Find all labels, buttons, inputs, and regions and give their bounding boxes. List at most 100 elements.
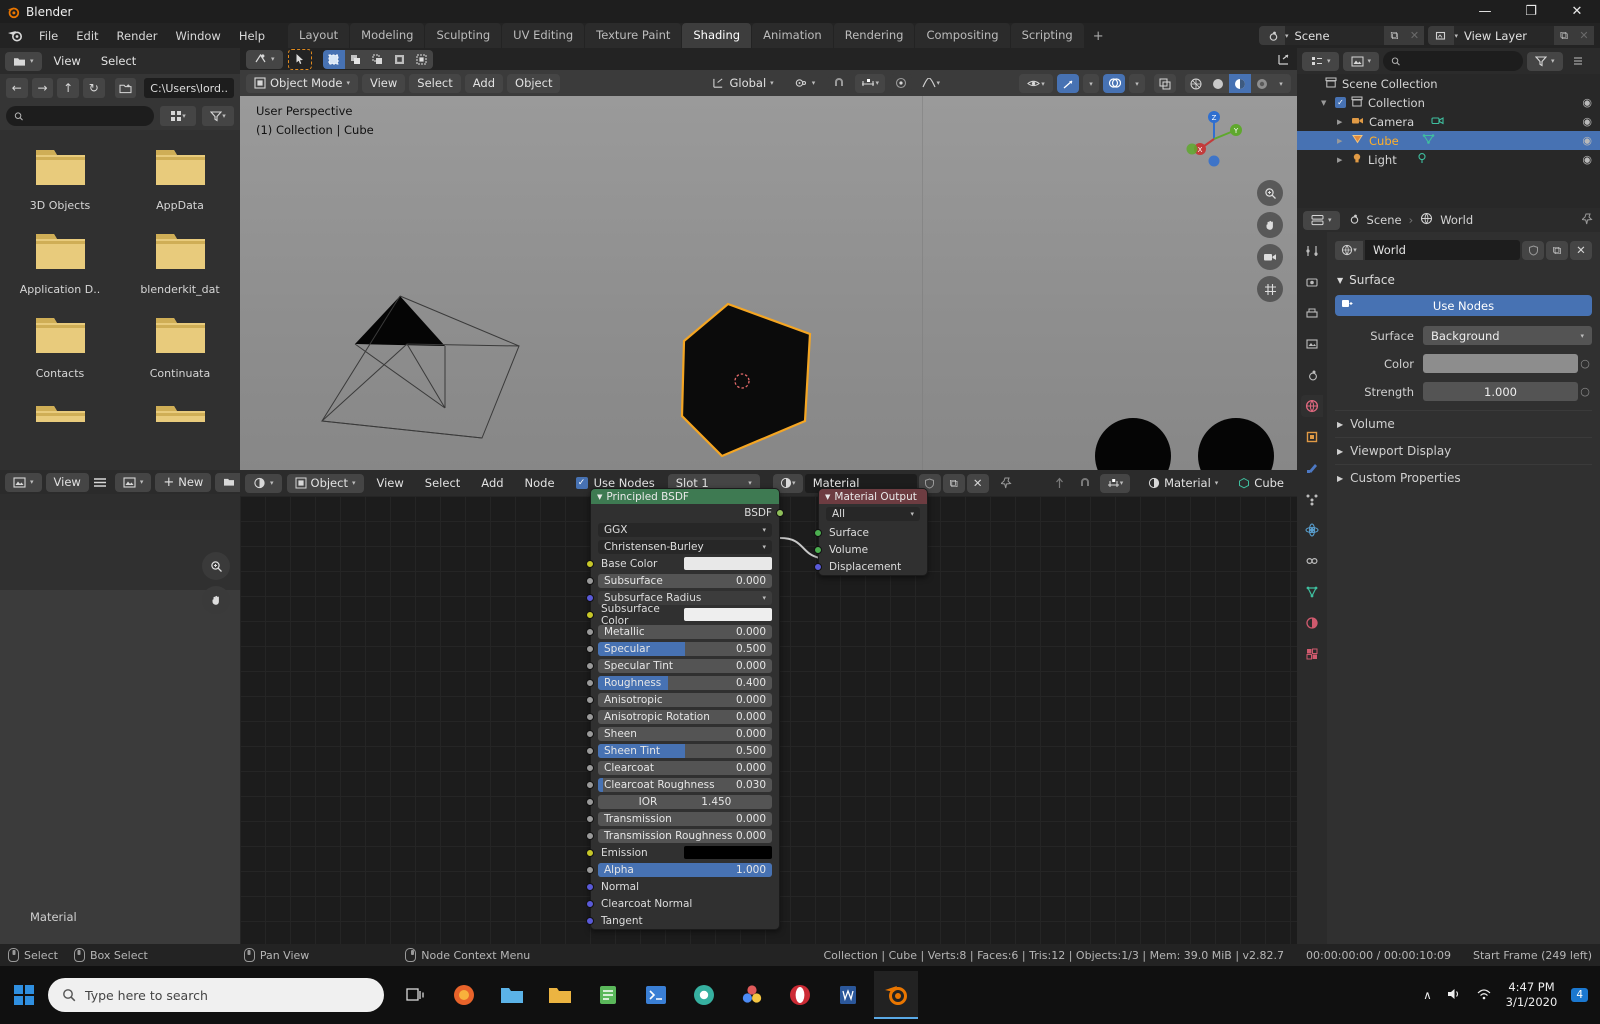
node-input-surface[interactable]: Surface xyxy=(819,524,927,541)
snap-target-icon[interactable]: ▾ xyxy=(855,74,885,93)
socket-surface[interactable] xyxy=(814,529,822,537)
properties-tab-material[interactable] xyxy=(1301,612,1323,634)
delete-view-layer-button[interactable]: ✕ xyxy=(1574,26,1594,45)
shading-wireframe-icon[interactable] xyxy=(1185,74,1207,93)
outliner-display-mode-icon[interactable]: ▾ xyxy=(1343,52,1380,71)
new-scene-button[interactable]: ⧉ xyxy=(1384,26,1404,45)
gizmo-dropdown-icon[interactable]: ▾ xyxy=(1083,74,1099,93)
socket-clearcoat-roughness[interactable] xyxy=(586,781,594,789)
socket-clearcoat[interactable] xyxy=(586,764,594,772)
menu-edit[interactable]: Edit xyxy=(67,26,107,46)
surface-type-dropdown[interactable]: Background▾ xyxy=(1423,326,1592,345)
outliner-row-camera[interactable]: ▶ Camera ◉ xyxy=(1297,112,1600,131)
object-mode-dropdown[interactable]: Object Mode▾ xyxy=(246,74,358,93)
file-path-field[interactable]: C:\Users\lord.. xyxy=(144,78,234,98)
menu-file[interactable]: File xyxy=(30,26,67,46)
socket-bsdf-output[interactable] xyxy=(776,509,784,517)
socket-normal[interactable] xyxy=(586,883,594,891)
node-input-metallic[interactable]: Metallic0.000 xyxy=(591,623,779,640)
node-input-displacement[interactable]: Displacement xyxy=(819,558,927,575)
nav-parent-button[interactable]: ↑ xyxy=(57,78,79,98)
file-item[interactable]: Contacts xyxy=(0,312,120,380)
socket-base-color[interactable] xyxy=(586,560,594,568)
shading-solid-icon[interactable] xyxy=(1207,74,1229,93)
properties-tab-world[interactable] xyxy=(1301,395,1323,417)
select-mode-box-icon[interactable] xyxy=(323,50,345,69)
viewport-object-menu[interactable]: Object xyxy=(507,74,560,93)
expand-triangle-icon[interactable]: ▼ xyxy=(1321,99,1330,107)
socket-emission[interactable] xyxy=(586,849,594,857)
add-workspace-button[interactable]: + xyxy=(1085,25,1112,48)
grid-icon[interactable] xyxy=(1257,276,1283,302)
properties-editor-type-icon[interactable]: ▾ xyxy=(1303,211,1340,230)
node-input-base-color[interactable]: Base Color xyxy=(591,555,779,572)
file-item[interactable]: 3D Objects xyxy=(0,144,120,212)
workspace-tab-scripting[interactable]: Scripting xyxy=(1011,23,1084,48)
snap-magnet-icon[interactable] xyxy=(1074,474,1096,493)
task-view-icon[interactable] xyxy=(394,971,438,1019)
socket-metallic[interactable] xyxy=(586,628,594,636)
socket-ior[interactable] xyxy=(586,798,594,806)
properties-tab-data[interactable] xyxy=(1301,581,1323,603)
strength-value-field[interactable]: 1.000 xyxy=(1423,382,1578,401)
viewport-select-menu[interactable]: Select xyxy=(409,74,460,93)
visibility-eye-icon[interactable]: ◉ xyxy=(1582,153,1592,166)
node-output-bsdf[interactable]: BSDF xyxy=(591,504,779,521)
scene-selector[interactable]: ▾ Scene ⧉ ✕ xyxy=(1259,26,1425,45)
minimize-button[interactable]: — xyxy=(1462,0,1508,23)
workspace-tab-texture-paint[interactable]: Texture Paint xyxy=(585,23,681,48)
camera-object-wireframe[interactable] xyxy=(312,286,532,446)
close-button[interactable]: ✕ xyxy=(1554,0,1600,23)
transform-orientation-dropdown[interactable]: Global▾ xyxy=(704,74,781,93)
zoom-icon[interactable] xyxy=(202,552,230,580)
node-dropdown-distribution[interactable]: GGX▾ xyxy=(591,521,779,538)
node-input-subsurface-color[interactable]: Subsurface Color xyxy=(591,606,779,623)
image-editor-view-menu[interactable]: View xyxy=(46,473,89,492)
tray-expand-icon[interactable]: ∧ xyxy=(1423,988,1431,1002)
background-color-swatch[interactable] xyxy=(1423,354,1578,373)
node-input-roughness[interactable]: Roughness0.400 xyxy=(591,674,779,691)
outliner-search-field[interactable] xyxy=(1406,55,1515,68)
socket-transmission[interactable] xyxy=(586,815,594,823)
outliner-search-input[interactable] xyxy=(1383,51,1523,71)
workspace-tab-animation[interactable]: Animation xyxy=(752,23,833,48)
custom-properties-section-header[interactable]: ▶Custom Properties xyxy=(1335,464,1592,491)
node-dropdown-target[interactable]: All▾ xyxy=(819,504,927,524)
menu-help[interactable]: Help xyxy=(230,26,274,46)
volume-icon[interactable] xyxy=(1446,987,1462,1004)
breadcrumb-object[interactable]: Cube xyxy=(1230,474,1292,493)
socket-specular[interactable] xyxy=(586,645,594,653)
snap-node-element-icon[interactable]: ▾ xyxy=(1100,474,1130,493)
properties-tab-physics[interactable] xyxy=(1301,519,1323,541)
hand-icon[interactable] xyxy=(202,586,230,614)
visibility-eye-icon[interactable]: ◉ xyxy=(1582,115,1592,128)
animate-property-dot[interactable]: ○ xyxy=(1578,357,1592,370)
node-input-clearcoat-roughness[interactable]: Clearcoat Roughness0.030 xyxy=(591,776,779,793)
view-layer-selector[interactable]: ▾ View Layer ⧉ ✕ xyxy=(1428,26,1594,45)
sphere-object-2[interactable] xyxy=(1198,418,1274,470)
socket-sheen[interactable] xyxy=(586,730,594,738)
new-folder-icon[interactable] xyxy=(115,78,137,98)
tweak-tool-icon[interactable] xyxy=(288,49,312,70)
properties-tab-view-layer[interactable] xyxy=(1301,333,1323,355)
network-icon[interactable] xyxy=(1476,987,1492,1004)
volume-section-header[interactable]: ▶Volume xyxy=(1335,410,1592,437)
color-swatch-subsurface-color[interactable] xyxy=(684,608,772,621)
workspace-tab-layout[interactable]: Layout xyxy=(288,23,349,48)
workspace-tab-compositing[interactable]: Compositing xyxy=(915,23,1009,48)
visibility-eye-icon[interactable]: ◉ xyxy=(1582,96,1592,109)
taskbar-clock[interactable]: 4:47 PM 3/1/2020 xyxy=(1506,980,1558,1010)
light-data-icon[interactable] xyxy=(1416,152,1428,167)
explorer-icon[interactable] xyxy=(538,971,582,1019)
image-editor-type-icon[interactable]: ▾ xyxy=(5,473,42,492)
expand-triangle-icon[interactable]: ▶ xyxy=(1337,137,1346,145)
workspace-tab-uv-editing[interactable]: UV Editing xyxy=(502,23,584,48)
socket-roughness[interactable] xyxy=(586,679,594,687)
proportional-editing-icon[interactable] xyxy=(890,74,912,93)
file-browser-view-menu[interactable]: View xyxy=(46,52,89,71)
node-input-sheen-tint[interactable]: Sheen Tint0.500 xyxy=(591,742,779,759)
color-swatch-base-color[interactable] xyxy=(684,557,772,570)
delete-scene-button[interactable]: ✕ xyxy=(1404,26,1424,45)
socket-sheen-tint[interactable] xyxy=(586,747,594,755)
snap-magnet-icon[interactable] xyxy=(828,74,850,93)
